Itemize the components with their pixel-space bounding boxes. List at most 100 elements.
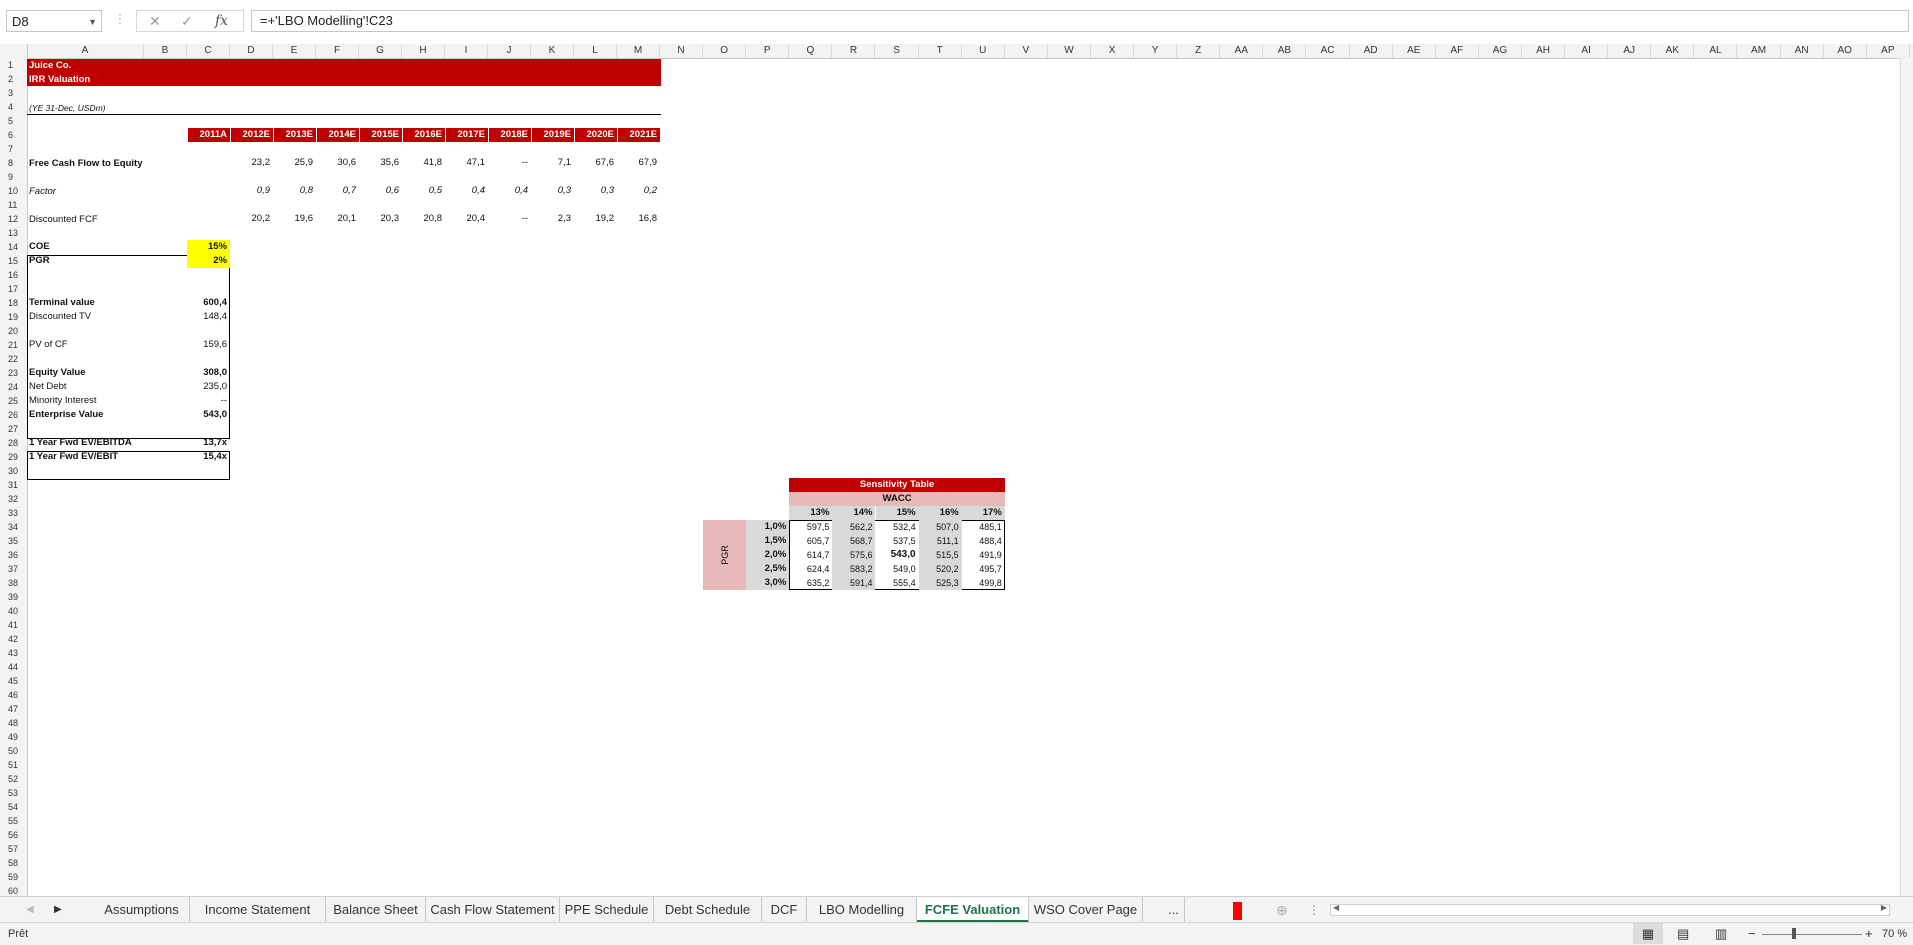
row-header[interactable]: 32 [0, 492, 26, 506]
row-header[interactable]: 5 [0, 114, 26, 128]
row-header[interactable]: 16 [0, 268, 26, 282]
row-header[interactable]: 33 [0, 506, 26, 520]
summary-value[interactable]: 308,0 [187, 366, 230, 380]
row-header[interactable]: 10 [0, 184, 26, 198]
summary-value[interactable]: 600,4 [187, 296, 230, 310]
row-header[interactable]: 54 [0, 800, 26, 814]
zoom-in-icon[interactable]: + [1865, 923, 1873, 945]
data-cell[interactable]: 30,6 [316, 156, 359, 170]
row-header[interactable]: 51 [0, 758, 26, 772]
row-header[interactable]: 26 [0, 408, 26, 422]
data-cell[interactable]: 0,4 [488, 184, 531, 198]
chevron-down-icon[interactable]: ▼ [88, 11, 97, 33]
column-header[interactable]: K [531, 44, 574, 58]
sensitivity-cell[interactable]: 495,7 [962, 562, 1005, 576]
column-header[interactable]: AH [1522, 44, 1566, 58]
row-header[interactable]: 19 [0, 310, 26, 324]
column-header[interactable]: G [359, 44, 402, 58]
data-cell[interactable]: 67,9 [617, 156, 660, 170]
sensitivity-cell[interactable]: 515,5 [918, 548, 962, 562]
data-cell[interactable]: 20,4 [445, 212, 488, 226]
sensitivity-cell[interactable]: 525,3 [918, 576, 962, 590]
sensitivity-cell[interactable]: 537,5 [876, 534, 919, 548]
sensitivity-cell[interactable]: 549,0 [876, 562, 919, 576]
sensitivity-cell[interactable]: 499,8 [962, 576, 1005, 590]
column-header[interactable]: J [488, 44, 531, 58]
name-box[interactable]: D8 ▼ [6, 10, 102, 32]
column-header[interactable]: B [144, 44, 187, 58]
column-header[interactable]: AE [1393, 44, 1436, 58]
sensitivity-col-header[interactable]: 14% [832, 506, 876, 520]
summary-value[interactable] [187, 324, 230, 338]
data-cell[interactable]: 41,8 [402, 156, 445, 170]
sensitivity-cell[interactable]: 555,4 [876, 576, 919, 590]
summary-value[interactable]: 159,6 [187, 338, 230, 352]
sheet-tab[interactable]: DCF [762, 897, 807, 923]
horizontal-scrollbar[interactable]: ◀ ▶ [1330, 903, 1890, 916]
enter-icon[interactable]: ✓ [181, 13, 193, 30]
row-header[interactable]: 49 [0, 730, 26, 744]
sensitivity-col-header[interactable]: 15% [875, 506, 919, 520]
column-header[interactable]: P [746, 44, 790, 58]
data-cell[interactable]: 0,9 [230, 184, 273, 198]
scroll-right-icon[interactable]: ▶ [1881, 903, 1887, 912]
row-header[interactable]: 12 [0, 212, 26, 226]
row-header[interactable]: 50 [0, 744, 26, 758]
column-header[interactable]: I [445, 44, 488, 58]
sheet-tab[interactable]: Assumptions [94, 897, 190, 923]
row-header[interactable]: 29 [0, 450, 26, 464]
vertical-scrollbar[interactable] [1900, 58, 1913, 896]
sensitivity-cell[interactable]: 635,2 [789, 576, 832, 590]
normal-view-icon[interactable]: ▦ [1633, 923, 1663, 944]
column-header[interactable]: C [187, 44, 230, 58]
data-cell[interactable]: 20,3 [359, 212, 402, 226]
row-header[interactable]: 58 [0, 856, 26, 870]
sheet-tab[interactable]: PPE Schedule [560, 897, 654, 923]
year-header[interactable]: 2014E [316, 128, 359, 142]
column-header[interactable]: Y [1134, 44, 1178, 58]
data-cell[interactable]: 0,6 [359, 184, 402, 198]
row-header[interactable]: 37 [0, 562, 26, 576]
data-cell[interactable]: 67,6 [574, 156, 617, 170]
sensitivity-row-header[interactable]: 2,0% [746, 548, 790, 562]
row-header[interactable]: 36 [0, 548, 26, 562]
column-header[interactable]: AG [1479, 44, 1522, 58]
row-header[interactable]: 21 [0, 338, 26, 352]
column-header[interactable]: AN [1781, 44, 1824, 58]
row-header[interactable]: 41 [0, 618, 26, 632]
column-header[interactable]: M [617, 44, 660, 58]
sensitivity-row-header[interactable]: 3,0% [746, 576, 790, 590]
column-header[interactable]: AJ [1608, 44, 1652, 58]
summary-value[interactable]: 15% [187, 240, 230, 254]
data-cell[interactable]: 20,1 [316, 212, 359, 226]
sheet-tab[interactable]: WSO Cover Page [1029, 897, 1143, 923]
row-header[interactable]: 2 [0, 72, 26, 86]
data-cell[interactable]: 19,2 [574, 212, 617, 226]
column-header[interactable]: AI [1565, 44, 1609, 58]
year-header[interactable]: 2018E [488, 128, 531, 142]
multiple-value[interactable]: 13,7x [187, 436, 230, 450]
sensitivity-row-header[interactable]: 1,5% [746, 534, 790, 548]
column-header[interactable]: H [402, 44, 445, 58]
sensitivity-cell[interactable]: 511,1 [918, 534, 962, 548]
data-cell[interactable]: 23,2 [230, 156, 273, 170]
page-break-icon[interactable]: ▥ [1715, 923, 1727, 945]
sensitivity-cell[interactable]: 624,4 [789, 562, 832, 576]
column-header[interactable]: AO [1824, 44, 1867, 58]
column-header[interactable]: N [660, 44, 704, 58]
column-header[interactable]: Q [789, 44, 833, 58]
sheet-tab[interactable]: FCFE Valuation [917, 897, 1029, 923]
column-header[interactable]: Z [1177, 44, 1221, 58]
data-cell[interactable]: 16,8 [617, 212, 660, 226]
data-cell[interactable]: 0,2 [617, 184, 660, 198]
sensitivity-cell[interactable]: 562,2 [832, 520, 876, 534]
column-header[interactable]: W [1048, 44, 1091, 58]
data-cell[interactable]: 7,1 [531, 156, 574, 170]
year-header[interactable]: 2015E [359, 128, 402, 142]
zoom-level[interactable]: 70 % [1882, 923, 1907, 945]
summary-value[interactable] [187, 352, 230, 366]
summary-value[interactable]: 148,4 [187, 310, 230, 324]
row-header[interactable]: 47 [0, 702, 26, 716]
row-header[interactable]: 39 [0, 590, 26, 604]
year-header[interactable]: 2019E [531, 128, 574, 142]
